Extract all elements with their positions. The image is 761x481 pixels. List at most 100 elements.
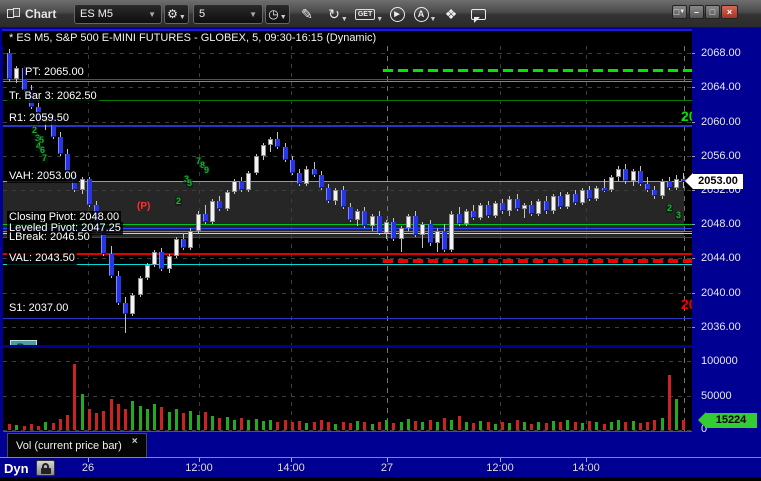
candle [522,204,527,210]
volume-bar [131,401,134,430]
price-axis-tick [692,292,697,294]
comment-icon [470,8,486,23]
candle [232,181,237,193]
price-axis[interactable]: 2068.00 2064.00 2060.00 2056.00 2052.00 2048.… [685,28,761,477]
candle [210,200,215,223]
lock-icon[interactable] [36,460,55,476]
price-axis-label: 2068.00 [701,47,741,60]
interval-dropdown[interactable]: 5 ▼ [193,4,263,24]
tab-volume-study[interactable]: Vol (current price bar) × [7,433,147,457]
volume-bar [675,398,678,430]
candle [130,294,135,314]
get-data-button[interactable]: GET ▼ [354,3,383,25]
volume-gridline [3,361,692,363]
volume-bar [653,419,656,430]
candle [413,215,418,235]
candle [457,213,462,225]
chart-title: * ES M5, S&P 500 E-MINI FUTURES - GLOBEX… [2,29,692,46]
price-pane[interactable]: 2020 23546723578923 PT: 2065.00Tr. Bar 3… [3,46,692,345]
volume-bar [494,423,497,430]
ps-badge[interactable]: Ps [10,340,37,345]
draw-tool-button[interactable]: ✎ [297,3,317,25]
minimize-button[interactable]: – [689,5,704,19]
auto-trade-button[interactable]: A ▼ [412,3,438,25]
volume-bar [44,421,47,430]
candle [225,192,230,210]
volume-bar [30,424,33,430]
chevron-down-icon: ▼ [178,14,186,21]
time-axis[interactable]: Dyn 26 12:00 14:00 27 12:00 14:00 [0,457,761,477]
candle [290,160,295,173]
time-axis-label: 14:00 [277,462,305,474]
candle [478,204,483,218]
volume-bar [334,423,337,430]
price-gridline [3,53,692,55]
candle [297,172,302,184]
volume-bar [8,423,11,430]
candle [109,254,114,276]
volume-bar [66,414,69,430]
volume-bar [23,426,26,430]
volume-bar [487,422,490,430]
candle [217,200,222,210]
tab-strip: Vol (current price bar) × [0,432,761,457]
candle [594,187,599,199]
eraser-button[interactable]: ❖ [441,3,461,25]
play-button[interactable]: ▶ [387,3,407,25]
current-volume-tag: 15224 [705,412,757,428]
volume-bar [392,423,395,430]
time-axis-label: 12:00 [185,462,213,474]
close-tab-icon[interactable]: × [132,436,138,447]
volume-bar [530,423,533,430]
volume-bar [110,398,113,430]
volume-bar [436,421,439,430]
candle [616,168,621,178]
volume-bar [682,419,685,430]
candle [370,215,375,227]
symbol-value: ES M5 [80,8,114,20]
candle [333,190,338,201]
refresh-button[interactable]: ↻ ▼ [325,3,351,25]
candle [536,200,541,214]
maximize-icon: □ [709,6,716,17]
candle [587,190,592,199]
maximize-button[interactable]: □ [705,5,720,19]
comment-button[interactable] [467,3,489,25]
restore-button[interactable]: □ ▼ [672,5,687,19]
level-line [3,181,692,183]
symbol-settings-button[interactable]: ⚙ ▼ [164,4,189,24]
candle [428,224,433,244]
candle [674,179,679,188]
time-settings-button[interactable]: ◷ ▼ [265,4,290,24]
volume-pane[interactable] [3,348,692,432]
candle [507,198,512,212]
volume-bar [479,421,482,430]
candle [254,155,259,173]
level-line [383,69,692,73]
volume-bar [385,420,388,430]
close-button[interactable]: × [721,5,738,19]
dynamic-mode-label[interactable]: Dyn [4,461,29,476]
volume-bar [124,409,127,430]
candle [471,211,476,218]
symbol-dropdown[interactable]: ES M5 ▼ [74,4,162,24]
volume-bar [516,420,519,430]
volume-bar [153,403,156,430]
volume-bar [472,423,475,430]
candle [203,213,208,223]
volume-bar [566,419,569,430]
level-line [3,124,692,127]
price-axis-label: 2036.00 [701,320,741,333]
candle [486,204,491,216]
candle [609,177,614,190]
price-axis-tick [692,258,697,260]
volume-bar [168,412,171,430]
tab-label: Vol (current price bar) [16,439,122,452]
volume-bar [501,421,504,430]
volume-bar [284,420,287,430]
volume-bar [88,409,91,430]
volume-bar [291,422,294,430]
pencil-icon: ✎ [301,5,313,22]
volume-bar [269,419,272,430]
time-axis-label: 26 [81,462,95,474]
